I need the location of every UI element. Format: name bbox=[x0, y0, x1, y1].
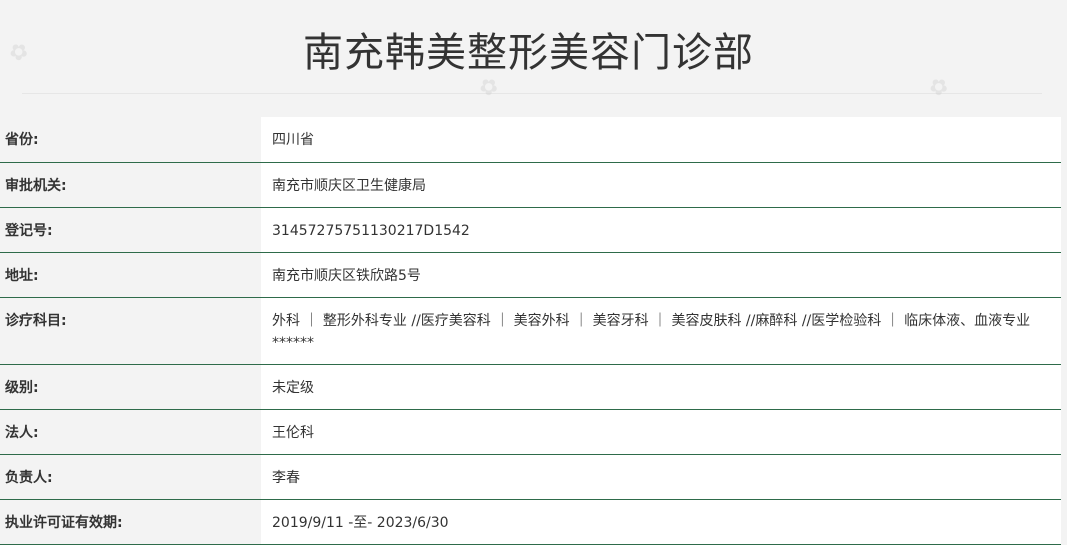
table-row-level: 级别: 未定级 bbox=[0, 364, 1061, 410]
table-row-legal-person: 法人: 王伦科 bbox=[0, 409, 1061, 455]
row-label: 诊疗科目: bbox=[0, 297, 261, 365]
row-value: 王伦科 bbox=[261, 409, 1061, 455]
row-value: 未定级 bbox=[261, 364, 1061, 410]
title-divider bbox=[22, 93, 1042, 94]
row-label: 级别: bbox=[0, 364, 261, 410]
table-row-license-validity: 执业许可证有效期: 2019/9/11 -至- 2023/6/30 bbox=[0, 499, 1061, 545]
title-area: 南充韩美整形美容门诊部 bbox=[0, 0, 1067, 95]
table-row-registration-number: 登记号: 31457275751130217D1542 bbox=[0, 207, 1061, 253]
row-label: 审批机关: bbox=[0, 162, 261, 208]
table-row-person-in-charge: 负责人: 李春 bbox=[0, 454, 1061, 500]
clinic-info-table: 省份: 四川省 审批机关: 南充市顺庆区卫生健康局 登记号: 314572757… bbox=[0, 117, 1061, 545]
row-label: 法人: bbox=[0, 409, 261, 455]
row-value: 31457275751130217D1542 bbox=[261, 207, 1061, 253]
row-value: 南充市顺庆区铁欣路5号 bbox=[261, 252, 1061, 298]
table-row-address: 地址: 南充市顺庆区铁欣路5号 bbox=[0, 252, 1061, 298]
table-row-province: 省份: 四川省 bbox=[0, 117, 1061, 163]
row-label: 执业许可证有效期: bbox=[0, 499, 261, 545]
row-value: 李春 bbox=[261, 454, 1061, 500]
row-label: 地址: bbox=[0, 252, 261, 298]
page-title: 南充韩美整形美容门诊部 bbox=[303, 30, 754, 76]
row-value: 外科 ｜ 整形外科专业 //医疗美容科 ｜ 美容外科 ｜ 美容牙科 ｜ 美容皮肤… bbox=[261, 297, 1061, 365]
row-value: 2019/9/11 -至- 2023/6/30 bbox=[261, 499, 1061, 545]
row-label: 省份: bbox=[0, 117, 261, 163]
table-row-departments: 诊疗科目: 外科 ｜ 整形外科专业 //医疗美容科 ｜ 美容外科 ｜ 美容牙科 … bbox=[0, 297, 1061, 365]
row-value: 南充市顺庆区卫生健康局 bbox=[261, 162, 1061, 208]
row-label: 登记号: bbox=[0, 207, 261, 253]
table-row-approval-authority: 审批机关: 南充市顺庆区卫生健康局 bbox=[0, 162, 1061, 208]
row-label: 负责人: bbox=[0, 454, 261, 500]
row-value: 四川省 bbox=[261, 117, 1061, 163]
